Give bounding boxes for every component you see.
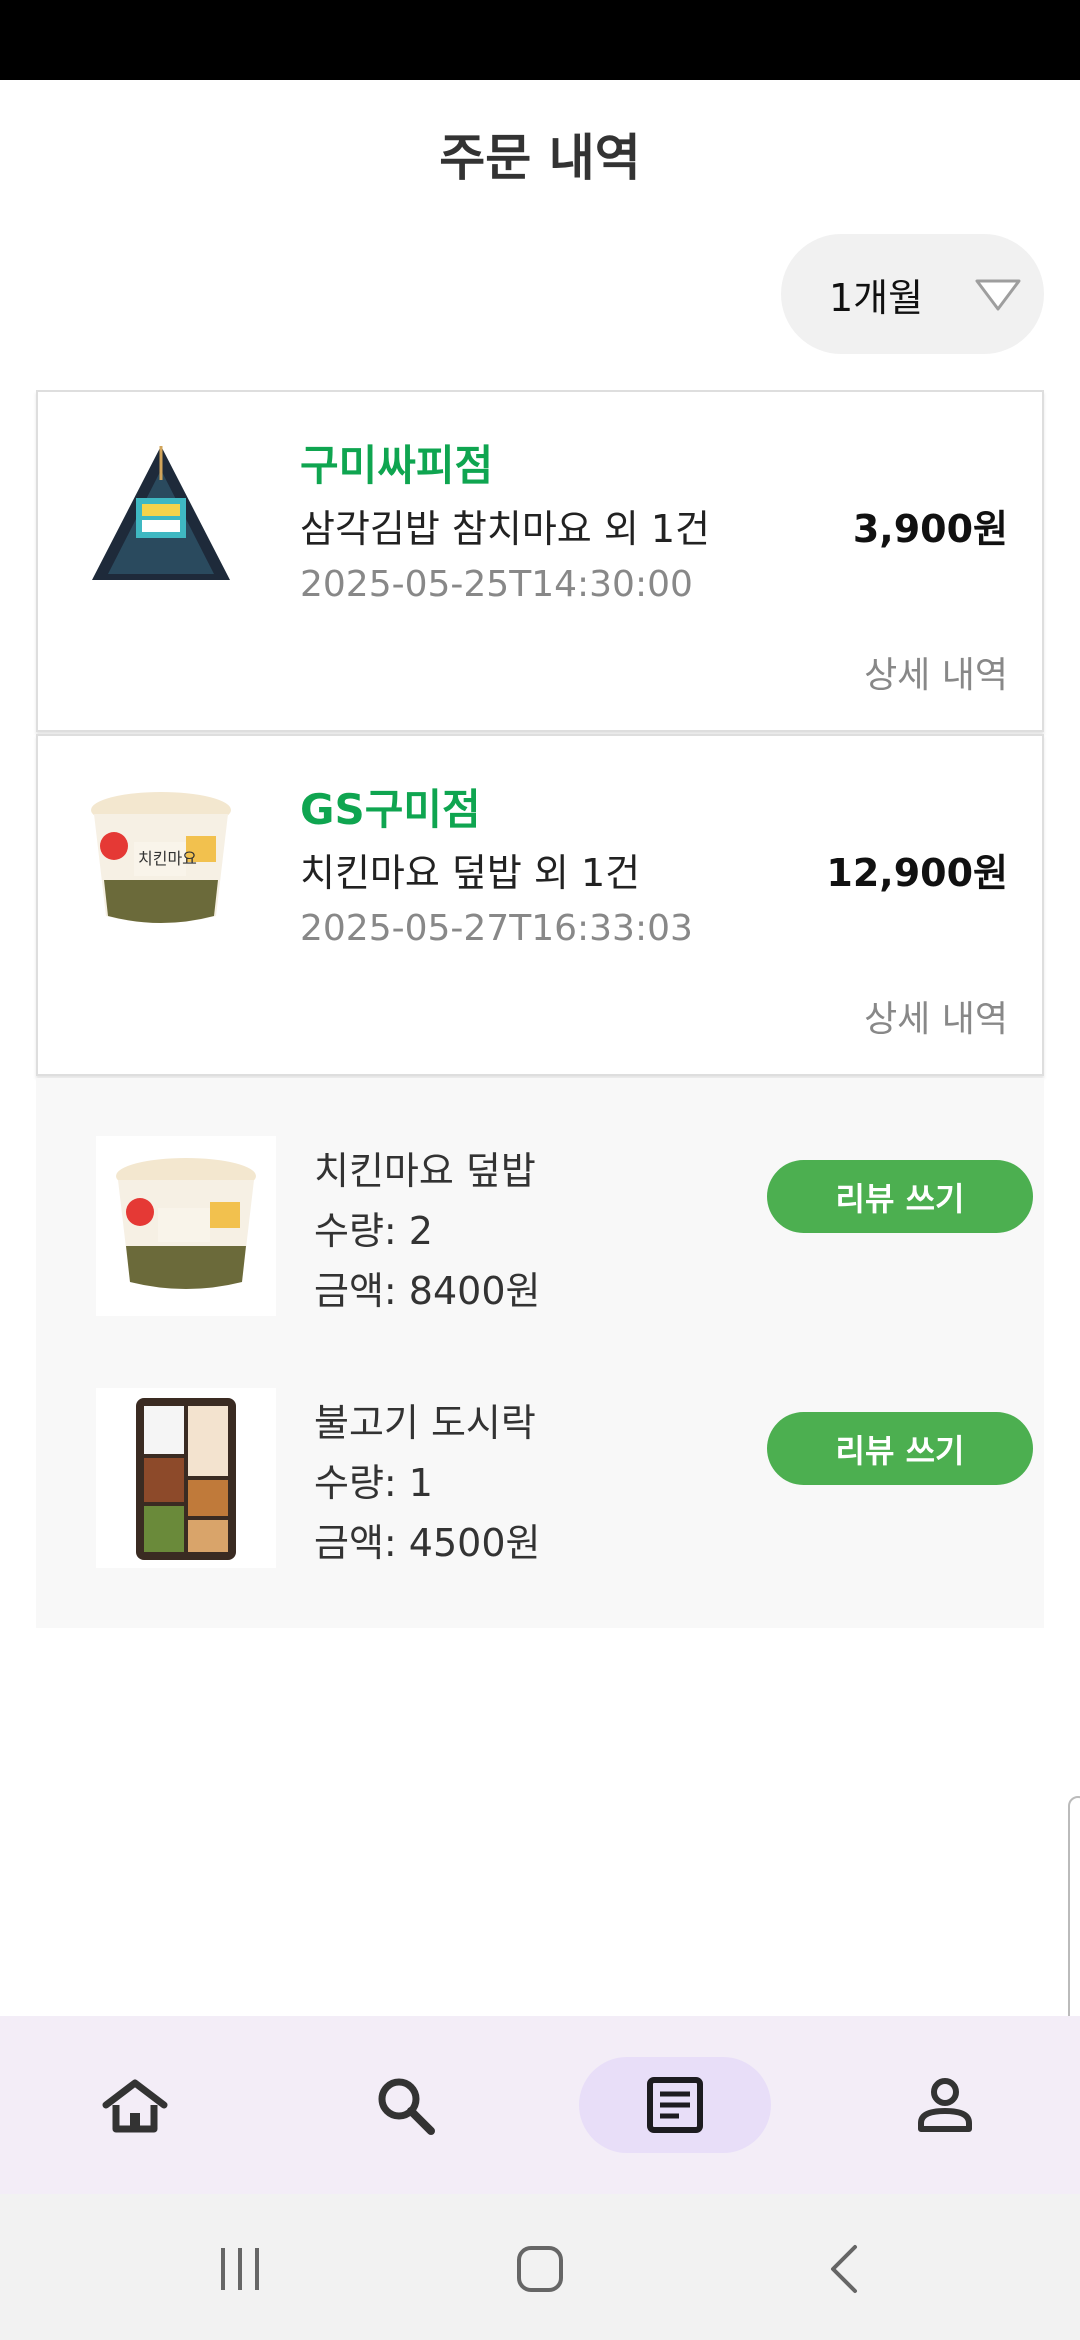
svg-text:치킨마요: 치킨마요 bbox=[138, 849, 197, 868]
write-review-button[interactable]: 리뷰 쓰기 bbox=[767, 1160, 1033, 1233]
period-dropdown[interactable]: 1개월 bbox=[781, 234, 1044, 354]
order-detail-panel: 치킨마요 덮밥 수량: 2 금액: 8400원 리뷰 쓰기 불고기 도시락 수량… bbox=[36, 1078, 1044, 1628]
profile-icon bbox=[918, 2078, 972, 2132]
order-price: 12,900원 bbox=[826, 851, 1008, 895]
order-datetime: 2025-05-27T16:33:03 bbox=[300, 908, 693, 949]
item-amount: 금액: 8400원 bbox=[314, 1269, 541, 1313]
item-name: 불고기 도시락 bbox=[314, 1401, 536, 1445]
order-product-summary: 치킨마요 덮밥 외 1건 bbox=[300, 851, 641, 895]
page-title: 주문 내역 bbox=[439, 129, 641, 187]
order-product-summary: 삼각김밥 참치마요 외 1건 bbox=[300, 507, 711, 551]
item-name: 치킨마요 덮밥 bbox=[314, 1149, 536, 1193]
back-arrow-icon bbox=[831, 2245, 857, 2293]
recent-apps-icon bbox=[221, 2248, 259, 2290]
nav-search[interactable] bbox=[360, 2060, 450, 2150]
nav-home[interactable] bbox=[90, 2060, 180, 2150]
order-card[interactable]: 치킨마요 GS구미점 치킨마요 덮밥 외 1건 2025-05-27T16:33… bbox=[36, 734, 1044, 1076]
nav-orders[interactable] bbox=[630, 2060, 720, 2150]
chevron-down-icon bbox=[975, 279, 1021, 311]
order-item-row: 불고기 도시락 수량: 1 금액: 4500원 리뷰 쓰기 bbox=[96, 1388, 1033, 1568]
item-quantity: 수량: 1 bbox=[314, 1461, 433, 1505]
order-detail-link[interactable]: 상세 내역 bbox=[864, 646, 1008, 698]
triangle-kimbap-image bbox=[92, 446, 230, 580]
home-icon bbox=[102, 2079, 168, 2133]
home-button[interactable] bbox=[505, 2234, 575, 2304]
item-quantity: 수량: 2 bbox=[314, 1209, 433, 1253]
rice-cup-image bbox=[96, 1136, 276, 1316]
home-square-icon bbox=[517, 2246, 563, 2292]
item-amount: 금액: 4500원 bbox=[314, 1521, 541, 1565]
order-detail-link[interactable]: 상세 내역 bbox=[864, 990, 1008, 1042]
rice-cup-image: 치킨마요 bbox=[91, 792, 231, 923]
recent-apps-button[interactable] bbox=[205, 2234, 275, 2304]
bottom-navigation bbox=[0, 2016, 1080, 2194]
order-datetime: 2025-05-25T14:30:00 bbox=[300, 564, 693, 605]
search-icon bbox=[378, 2078, 435, 2135]
back-button[interactable] bbox=[810, 2234, 880, 2304]
order-list-icon bbox=[647, 2077, 703, 2133]
order-card[interactable]: 구미싸피점 삼각김밥 참치마요 외 1건 2025-05-25T14:30:00… bbox=[36, 390, 1044, 732]
nav-profile[interactable] bbox=[900, 2060, 990, 2150]
order-item-row: 치킨마요 덮밥 수량: 2 금액: 8400원 리뷰 쓰기 bbox=[96, 1136, 1033, 1316]
system-navigation-bar bbox=[0, 2194, 1080, 2340]
write-review-button[interactable]: 리뷰 쓰기 bbox=[767, 1412, 1033, 1485]
order-price: 3,900원 bbox=[852, 507, 1008, 551]
store-name: GS구미점 bbox=[300, 785, 481, 834]
status-bar bbox=[0, 0, 1080, 80]
lunchbox-image bbox=[96, 1388, 276, 1568]
period-label: 1개월 bbox=[829, 275, 924, 320]
store-name: 구미싸피점 bbox=[300, 441, 494, 490]
